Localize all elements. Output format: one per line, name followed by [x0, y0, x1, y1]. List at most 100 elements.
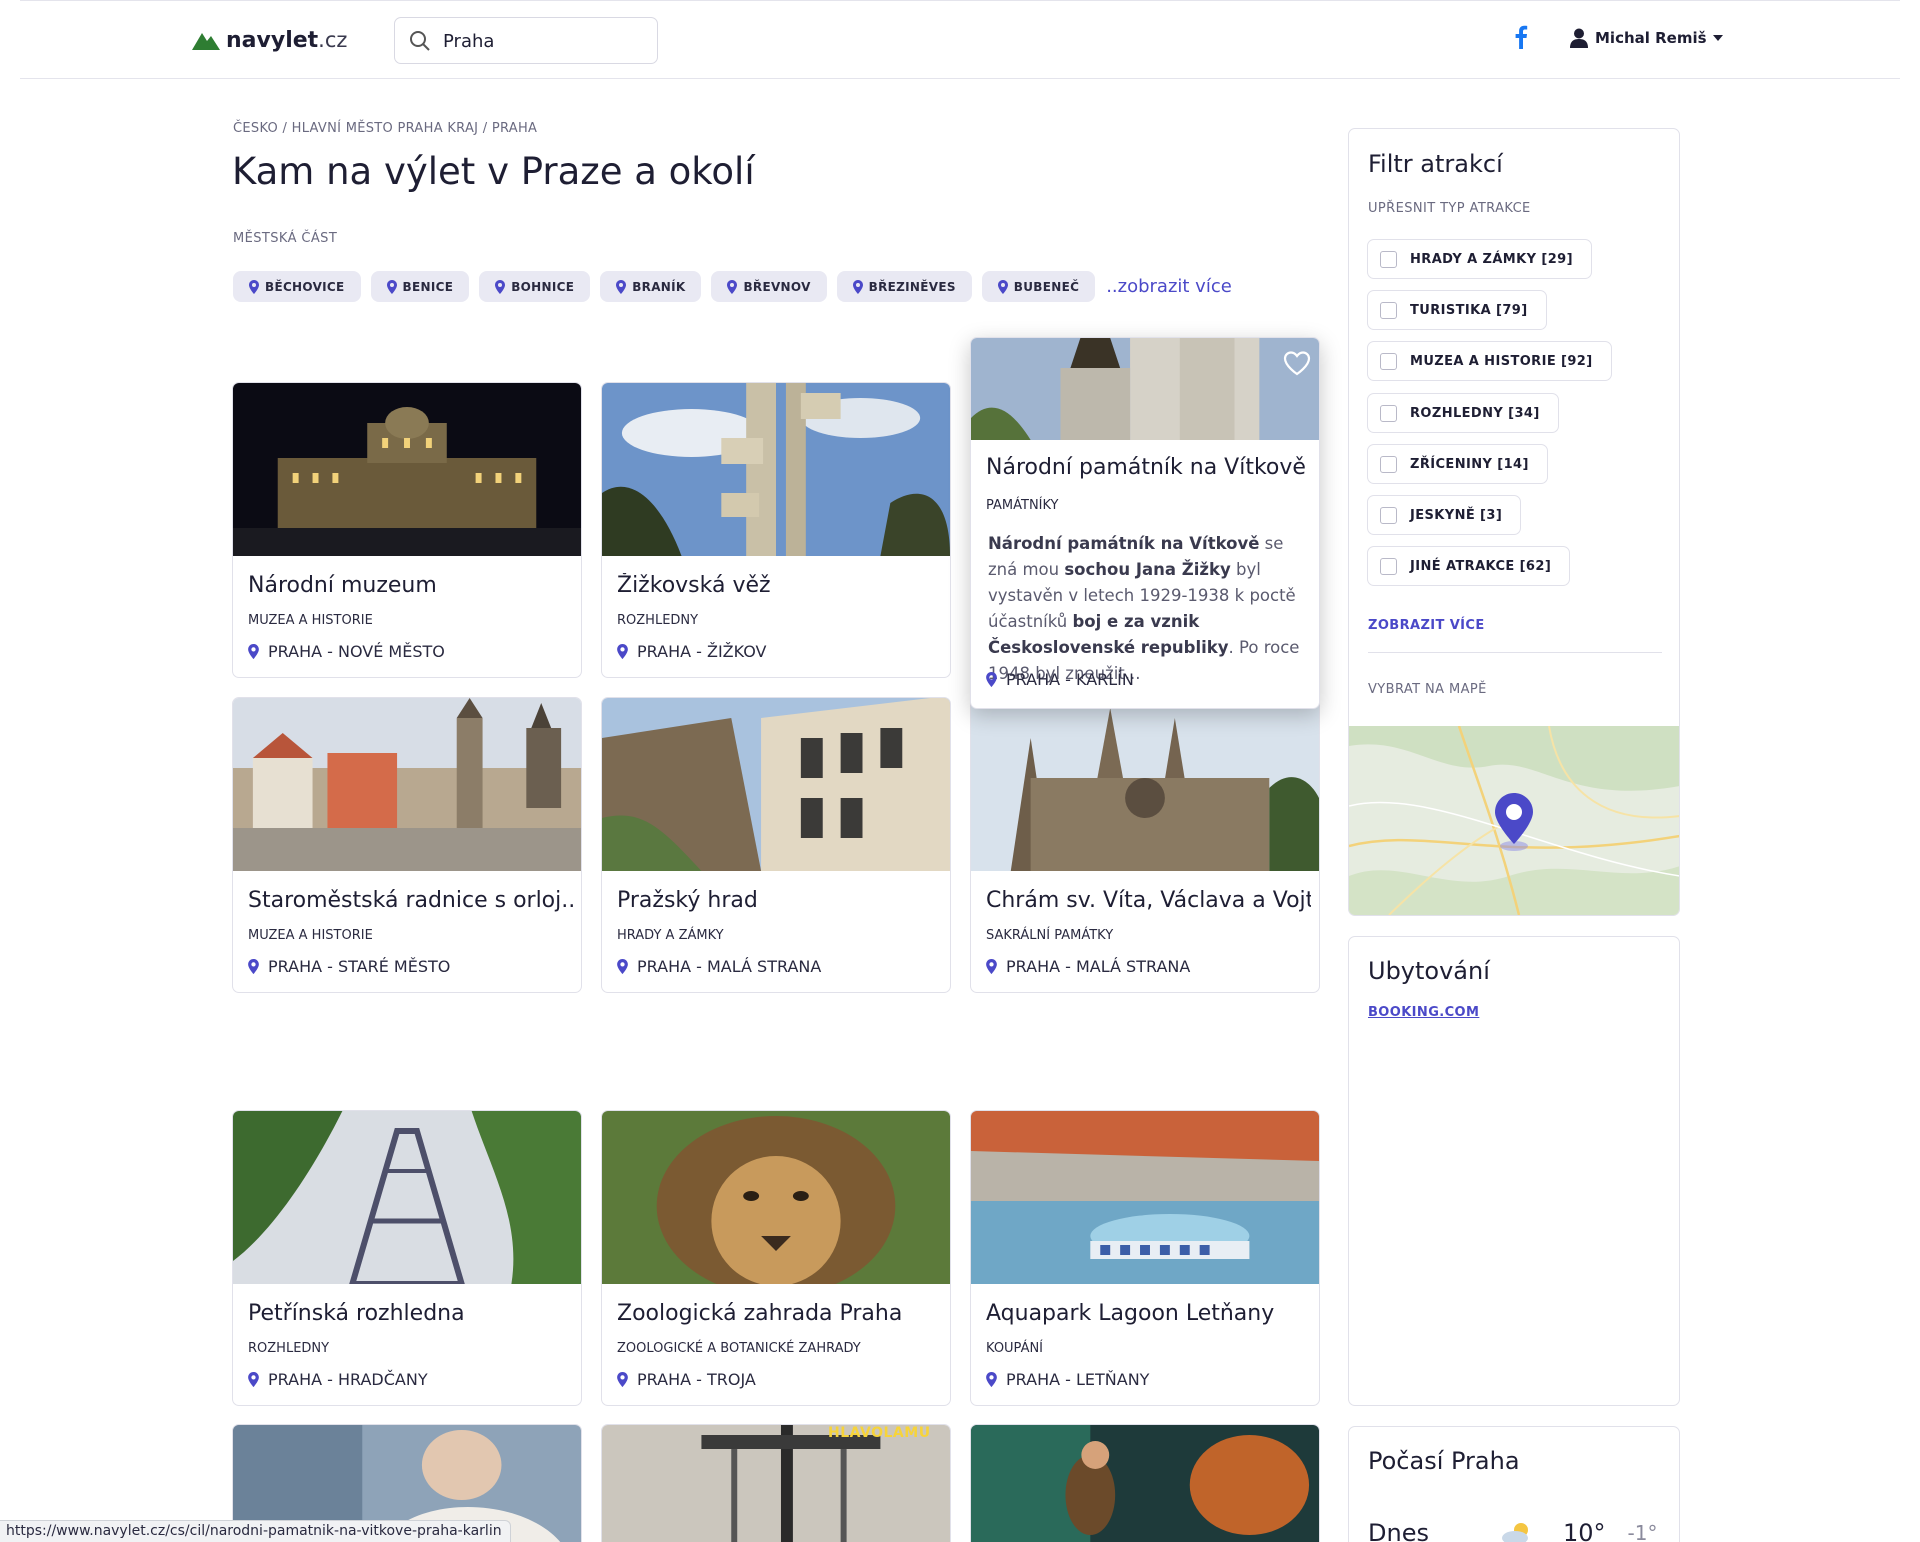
district-chips: BĚCHOVICE BENICE BOHNICE BRANÍK BŘEVNOV …	[233, 271, 1232, 302]
attraction-card[interactable]: Petřínská rozhledna ROZHLEDNY PRAHA - HR…	[232, 1110, 582, 1406]
card-category: ZOOLOGICKÉ A BOTANICKÉ ZAHRADY	[617, 1341, 861, 1356]
card-description: Národní památník na Vítkově se zná mou s…	[988, 534, 1300, 683]
location-pin-icon	[617, 1372, 628, 1387]
card-title: Petřínská rozhledna	[248, 1301, 465, 1326]
booking-link[interactable]: BOOKING.COM	[1368, 1005, 1479, 1020]
filter-panel: Filtr atrakcí UPŘESNIT TYP ATRAKCE HRADY…	[1348, 128, 1680, 916]
district-chip[interactable]: BĚCHOVICE	[233, 271, 361, 302]
location-pin-icon	[727, 279, 738, 294]
card-category: HRADY A ZÁMKY	[617, 928, 724, 943]
checkbox[interactable]	[1380, 301, 1397, 319]
district-chip[interactable]: BUBENEČ	[981, 271, 1096, 302]
search-icon	[410, 31, 430, 51]
card-title: Národní památník na Vítkově	[986, 455, 1306, 480]
checkbox[interactable]	[1380, 250, 1397, 268]
page-title: Kam na výlet v Praze a okolí	[232, 150, 755, 193]
card-image	[971, 1111, 1319, 1284]
card-category: ROZHLEDNY	[617, 613, 699, 628]
user-menu[interactable]: Michal Remiš	[1570, 28, 1723, 48]
attraction-card[interactable]: HLAVOLAMU	[601, 1424, 951, 1542]
card-image	[602, 698, 950, 871]
checkbox[interactable]	[1380, 557, 1397, 575]
attraction-card[interactable]: Národní muzeum MUZEA A HISTORIE PRAHA - …	[232, 382, 582, 678]
checkbox[interactable]	[1380, 506, 1397, 524]
card-location: PRAHA - MALÁ STRANA	[617, 957, 821, 976]
weather-title: Počasí Praha	[1368, 1447, 1520, 1475]
site-header: navylet.cz Michal Remiš	[20, 0, 1900, 79]
card-title: Žižkovská věž	[617, 573, 771, 598]
attraction-card[interactable]: Pražský hrad HRADY A ZÁMKY PRAHA - MALÁ …	[601, 697, 951, 993]
location-pin-icon	[617, 644, 628, 659]
filter-option-caves[interactable]: JESKYNĚ [3]	[1367, 495, 1522, 535]
card-title: Chrám sv. Víta, Václava a Vojt...	[986, 888, 1311, 913]
filter-option-castles[interactable]: HRADY A ZÁMKY [29]	[1367, 239, 1592, 279]
district-chip[interactable]: BRANÍK	[600, 271, 702, 302]
district-chip[interactable]: BŘEVNOV	[711, 271, 827, 302]
location-pin-icon	[997, 279, 1008, 294]
site-logo[interactable]: navylet .cz	[192, 25, 347, 55]
card-category: MUZEA A HISTORIE	[248, 928, 373, 943]
divider	[1368, 652, 1662, 653]
location-pin-icon	[248, 959, 259, 974]
filter-option-lookouts[interactable]: ROZHLEDNY [34]	[1367, 393, 1559, 433]
checkbox[interactable]	[1380, 455, 1397, 473]
partial-card-caption: HLAVOLAMU	[828, 1425, 931, 1441]
filter-option-hiking[interactable]: TURISTIKA [79]	[1367, 290, 1547, 330]
card-location: PRAHA - HRADČANY	[248, 1370, 428, 1389]
card-location: PRAHA - STARÉ MĚSTO	[248, 957, 450, 976]
map-preview[interactable]	[1349, 726, 1680, 915]
attraction-card[interactable]: Chrám sv. Víta, Václava a Vojt... SAKRÁL…	[970, 697, 1320, 993]
weather-today: Dnes 10° -1°	[1368, 1519, 1657, 1542]
attraction-card[interactable]: Zoologická zahrada Praha ZOOLOGICKÉ A BO…	[601, 1110, 951, 1406]
district-chip[interactable]: BOHNICE	[479, 271, 591, 302]
location-pin-icon	[986, 672, 997, 687]
card-image	[233, 1111, 581, 1284]
card-location: PRAHA - KARLÍN	[986, 670, 1134, 689]
cloud-sun-icon	[1501, 1523, 1528, 1542]
district-label: MĚSTSKÁ ČÁST	[233, 231, 338, 246]
attraction-card-hovered[interactable]: Národní památník na Vítkově PAMÁTNÍKY Ná…	[970, 337, 1320, 709]
filter-title: Filtr atrakcí	[1368, 150, 1503, 178]
district-chip[interactable]: BENICE	[370, 271, 470, 302]
facebook-icon[interactable]	[1514, 25, 1528, 53]
show-more-districts-link[interactable]: ..zobrazit více	[1106, 276, 1232, 297]
weather-high: 10°	[1562, 1519, 1606, 1542]
logo-name: navylet	[226, 27, 319, 53]
heart-icon[interactable]	[1283, 350, 1311, 376]
show-more-filters-link[interactable]: ZOBRAZIT VÍCE	[1368, 618, 1485, 633]
filter-option-other[interactable]: JINÉ ATRAKCE [62]	[1367, 546, 1571, 586]
checkbox[interactable]	[1380, 352, 1397, 370]
attraction-card[interactable]: Žižkovská věž ROZHLEDNY PRAHA - ŽIŽKOV	[601, 382, 951, 678]
location-pin-icon	[248, 644, 259, 659]
attraction-card[interactable]: Staroměstská radnice s orloj... MUZEA A …	[232, 697, 582, 993]
logo-tld: .cz	[318, 28, 348, 52]
search-input[interactable]	[443, 26, 643, 56]
district-chip[interactable]: BŘEZINĚVES	[836, 271, 972, 302]
location-pin-icon	[617, 959, 628, 974]
map-label: VYBRAT NA MAPĚ	[1368, 682, 1487, 697]
card-image	[971, 1425, 1319, 1542]
filter-option-ruins[interactable]: ZŘÍCENINY [14]	[1367, 444, 1548, 484]
card-category: KOUPÁNÍ	[986, 1341, 1044, 1356]
browser-status-url: https://www.navylet.cz/cs/cil/narodni-pa…	[0, 1520, 511, 1542]
filter-option-museums[interactable]: MUZEA A HISTORIE [92]	[1367, 341, 1612, 381]
attraction-card[interactable]	[970, 1424, 1320, 1542]
card-image	[602, 1425, 950, 1542]
chevron-down-icon	[1712, 35, 1723, 41]
card-image	[971, 698, 1319, 871]
location-pin-icon	[249, 279, 259, 294]
search-box[interactable]	[394, 17, 658, 64]
user-name: Michal Remiš	[1595, 29, 1707, 47]
location-pin-icon	[986, 1372, 997, 1387]
location-pin-icon	[248, 1372, 259, 1387]
card-location: PRAHA - LETŇANY	[986, 1370, 1149, 1389]
card-title: Staroměstská radnice s orloj...	[248, 888, 573, 913]
card-title: Pražský hrad	[617, 888, 758, 913]
weather-low: -1°	[1627, 1521, 1658, 1542]
checkbox[interactable]	[1380, 404, 1397, 422]
card-location: PRAHA - TROJA	[617, 1370, 756, 1389]
attraction-card[interactable]: Aquapark Lagoon Letňany KOUPÁNÍ PRAHA - …	[970, 1110, 1320, 1406]
breadcrumb[interactable]: ČESKO / HLAVNÍ MĚSTO PRAHA KRAJ / PRAHA	[233, 121, 537, 136]
card-image	[602, 383, 950, 556]
card-title: Zoologická zahrada Praha	[617, 1301, 903, 1326]
